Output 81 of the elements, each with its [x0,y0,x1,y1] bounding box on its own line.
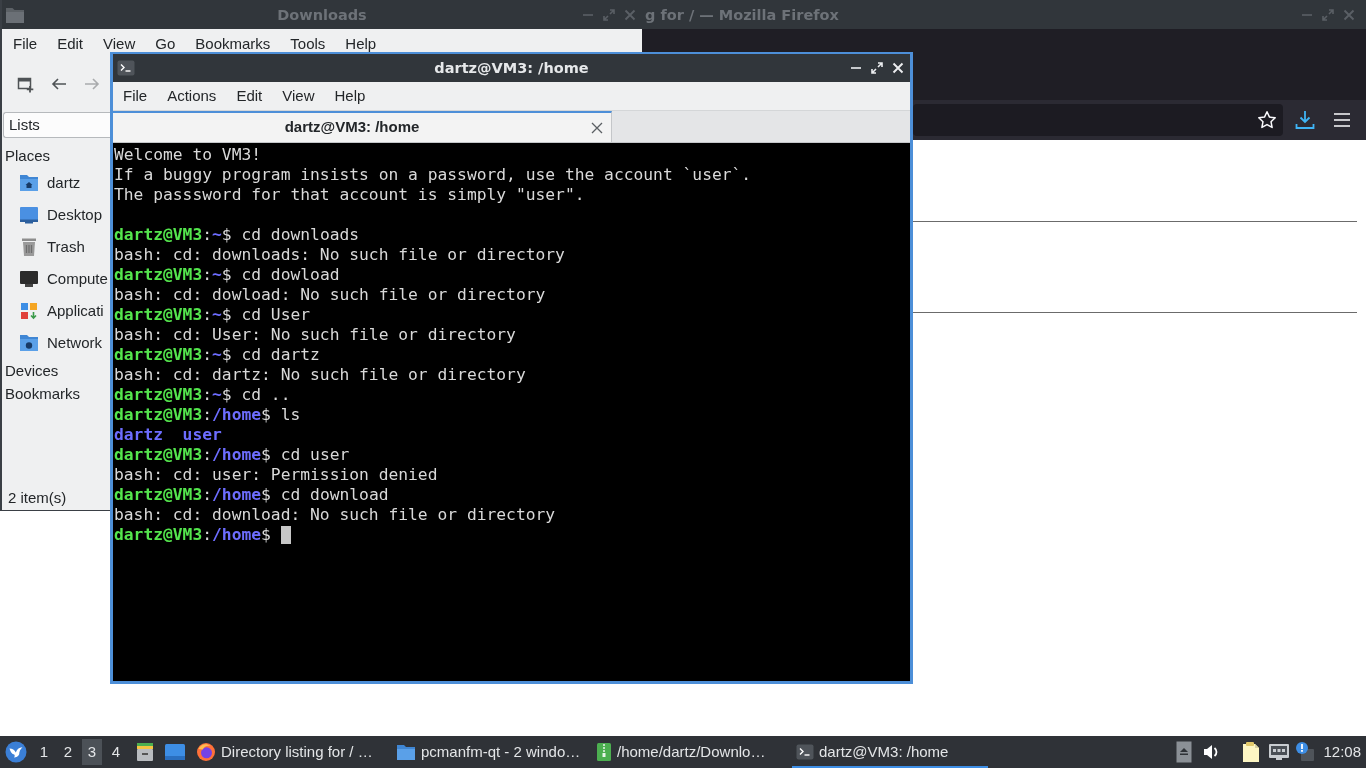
menu-item[interactable]: Actions [157,85,227,107]
window-title: dartz@VM3: /home [434,59,589,78]
trash-icon [19,237,39,257]
prompt-line: dartz@VM3:/home$ cd user [114,445,350,465]
menu-item[interactable]: View [272,85,325,107]
star-icon[interactable] [1257,110,1277,130]
prompt-line: dartz@VM3:~$ cd User [114,305,311,325]
sidebar-item[interactable]: Applicati [2,295,110,327]
sidebar-item[interactable]: Desktop [2,199,110,231]
prompt-line: dartz@VM3:~$ cd dartz [114,345,320,365]
eject-icon[interactable] [1176,741,1193,763]
window-title: Downloads [277,5,367,25]
menu-item[interactable]: Help [335,32,387,55]
terminal-icon [796,744,814,760]
computer-icon [19,269,39,289]
menu-item[interactable]: File [3,32,48,55]
address-field[interactable] [913,104,1283,136]
folder-icon [396,743,416,761]
prompt-line: dartz@VM3:~$ cd dowload [114,265,340,285]
sidebar-heading[interactable]: Devices [2,359,59,382]
download-icon[interactable] [1295,110,1315,130]
terminal-output-line: bash: cd: dowload: No such file or directory [114,285,546,305]
flame-globe-icon [196,742,216,762]
folder-icon [6,6,24,23]
prompt-line: dartz@VM3:~$ cd .. [114,385,291,405]
terminal-output-line: bash: cd: download: No such file or directory [114,505,556,525]
terminal-icon [117,60,135,76]
terminal-message-line: The passsword for that account is simply "user". [114,185,585,205]
home-folder-icon [19,173,39,193]
sidebar-item[interactable]: dartz [2,167,110,199]
terminal-output-line: bash: cd: user: Permission denied [114,465,438,485]
workspace-button[interactable]: 2 [58,739,78,765]
sidebar-heading[interactable]: Places [2,144,51,167]
sidebar-item[interactable]: Network [2,327,110,359]
alert-icon[interactable] [1295,741,1316,763]
prompt-line: dartz@VM3:/home$ cd download [114,485,389,505]
terminal-output-line: bash: cd: dartz: No such file or directory [114,365,526,385]
show-desktop-icon[interactable] [164,743,186,761]
side-pane-dropdown[interactable]: Lists [3,112,110,138]
archive-icon [596,742,612,762]
menu-item[interactable]: Edit [47,32,94,55]
app-grid-icon [19,301,39,321]
prompt-line: dartz@VM3:~$ cd downloads [114,225,360,245]
sidebar-item[interactable]: Trash [2,231,110,263]
prompt-line: dartz@VM3:/home$ [114,525,271,545]
terminal-message-line: Welcome to VM3! [114,145,262,165]
terminal-output-line: bash: cd: User: No such file or directory [114,325,516,345]
menu-item[interactable]: Bookmarks [185,32,281,55]
window-title: g for / — Mozilla Firefox [645,5,839,25]
network-folder-icon [19,333,39,353]
menu-item[interactable]: View [93,32,146,55]
terminal-message-line: If a buggy program insists on a password, use the account `user`. [114,165,752,185]
back-arrow-icon[interactable] [51,76,67,92]
menu-item[interactable]: File [113,85,158,107]
bird-logo-icon[interactable] [5,741,27,763]
menu-item[interactable]: Edit [226,85,273,107]
directory-listing-line: dartz user [114,425,222,445]
file-cabinet-icon[interactable] [135,742,155,762]
task-button[interactable]: dartz@VM3: /home [792,736,988,768]
workspace-button[interactable]: 3 [82,739,102,765]
status-text: 2 item(s) [7,488,67,508]
sidebar-heading[interactable]: Bookmarks [2,382,81,405]
terminal-tab[interactable]: dartz@VM3: /home [113,111,612,142]
menu-icon[interactable] [1333,111,1351,129]
notepad-icon[interactable] [1241,741,1262,763]
menu-item[interactable]: Tools [280,32,336,55]
task-button[interactable]: pcmanfm-qt - 2 windo… [392,736,588,768]
menu-item[interactable]: Help [324,85,376,107]
close-tab-icon[interactable] [591,121,603,134]
workspace-button[interactable]: 4 [106,739,126,765]
task-button[interactable]: /home/dartz/Downlo… [592,736,788,768]
task-button[interactable]: Directory listing for / … [192,736,388,768]
menu-item[interactable]: Go [145,32,186,55]
new-tab-icon[interactable] [17,75,34,93]
desktop-icon [19,205,39,225]
wired-network-icon[interactable] [1268,742,1291,762]
workspace-button[interactable]: 1 [34,739,54,765]
sidebar-item[interactable]: Compute [2,263,110,295]
terminal-output-line: bash: cd: downloads: No such file or directory [114,245,565,265]
clock[interactable]: 12:08 [1323,740,1361,764]
prompt-line: dartz@VM3:/home$ ls [114,405,301,425]
